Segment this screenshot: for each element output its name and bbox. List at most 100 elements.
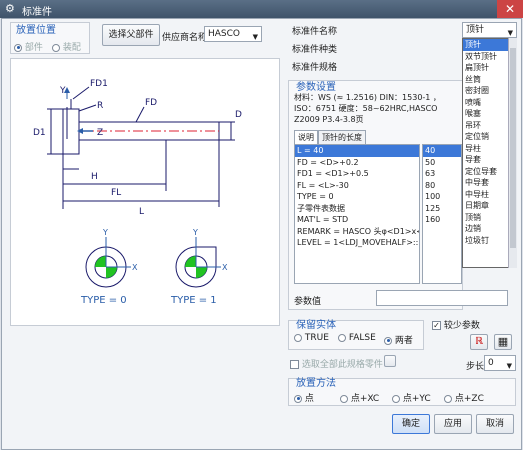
param-row[interactable]: FD = <D>+0.2 (295, 157, 419, 169)
part-spec-label: 标准件规格 (292, 63, 338, 73)
keep-false-radio[interactable] (338, 333, 346, 342)
param-value-item[interactable]: 50 (423, 157, 461, 169)
step-value: 0 (488, 358, 494, 368)
param-value-item[interactable]: 125 (423, 203, 461, 215)
title-bar: ⚙ 标准件 ✕ (0, 0, 523, 18)
diagram-d1-label: D1 (33, 128, 46, 138)
method-point-zc-label: 点+ZC (454, 394, 484, 404)
diagram-d-label: D (235, 110, 242, 120)
radio-part-dot[interactable] (14, 43, 22, 52)
diagram-y-label: Y (59, 86, 66, 96)
param-value-input[interactable] (376, 290, 508, 306)
supplier-label: 供应商名称 (162, 33, 208, 43)
dropdown-scroll-thumb[interactable] (510, 48, 516, 248)
param-row[interactable]: 子零件表数据 (295, 203, 419, 215)
method-point-zc-radio[interactable] (444, 394, 452, 403)
part-name-value: 顶针 (466, 25, 485, 35)
select-all-spec-label: 选取全部此规格零件 (301, 360, 383, 370)
report-icon[interactable]: ℝ (470, 334, 488, 350)
dropdown-scrollbar[interactable] (508, 38, 517, 268)
step-label: 步长 (466, 362, 485, 372)
radio-assembly-label: 装配 (62, 43, 81, 53)
less-params-option[interactable]: ✓ 较少参数 (432, 318, 480, 331)
tab-pin-length[interactable]: 顶针的长度 (318, 130, 366, 144)
method-point-zc-option[interactable]: 点+ZC (444, 391, 484, 404)
radio-assembly[interactable]: 装配 (52, 40, 81, 53)
method-point-yc-label: 点+YC (402, 394, 431, 404)
method-point-xc-option[interactable]: 点+XC (340, 391, 379, 404)
keep-both-option[interactable]: 两者 (384, 333, 413, 346)
app-gear-icon: ⚙ (5, 2, 15, 15)
placement-group-label: 放置位置 (16, 25, 56, 36)
params-group-label: 参数设置 (296, 82, 336, 93)
keep-true-label: TRUE (304, 333, 329, 343)
ejector-pin-diagram: Y FD1 R FD D1 Z D H FL L Y X TYPE = 0 Y … (33, 79, 242, 306)
radio-part-label: 部件 (24, 43, 43, 53)
param-row[interactable]: MAT'L = STD (295, 214, 419, 226)
method-point-xc-radio[interactable] (340, 394, 348, 403)
method-point-option[interactable]: 点 (294, 391, 314, 404)
supplier-select[interactable]: HASCO ▼ (204, 26, 262, 42)
method-point-label: 点 (304, 394, 314, 404)
param-row[interactable]: FL = <L>-30 (295, 180, 419, 192)
param-row[interactable]: LEVEL = 1<LDJ_MOVEHALF>::E (295, 237, 419, 249)
param-row[interactable]: TYPE = 0 (295, 191, 419, 203)
table-grid-icon[interactable]: ▦ (494, 334, 512, 350)
params-description: 材料：WS (≈ 1.2516) DIN：1530-1 ，ISO：6751 硬度… (294, 93, 441, 124)
param-value-item[interactable]: 160 (423, 214, 461, 226)
close-button[interactable]: ✕ (497, 0, 523, 18)
param-value-label: 参数值 (294, 297, 322, 307)
type1-x-label: X (222, 263, 228, 272)
chevron-down-icon: ▼ (506, 362, 512, 370)
diagram-panel: Y FD1 R FD D1 Z D H FL L Y X TYPE = 0 Y … (10, 58, 280, 326)
less-params-label: 较少参数 (443, 321, 480, 331)
keep-true-radio[interactable] (294, 333, 302, 342)
select-all-spec-checkbox[interactable] (290, 360, 299, 369)
keep-false-label: FALSE (348, 333, 376, 343)
type1-symbol: Y X TYPE = 1 (170, 228, 228, 306)
part-type-label: 标准件种类 (292, 45, 338, 55)
diagram-fd1-label: FD1 (90, 79, 108, 89)
type0-symbol: Y X TYPE = 0 (80, 228, 138, 306)
keep-true-option[interactable]: TRUE (294, 333, 329, 343)
keep-both-radio[interactable] (384, 336, 392, 345)
type0-x-label: X (132, 263, 138, 272)
tab-description[interactable]: 说明 (294, 130, 318, 144)
method-point-radio[interactable] (294, 394, 302, 403)
diagram-r-label: R (97, 101, 103, 111)
select-all-spec-option[interactable]: 选取全部此规格零件 (290, 357, 383, 370)
method-point-yc-radio[interactable] (392, 394, 400, 403)
cancel-button[interactable]: 取消 (476, 414, 514, 434)
param-row[interactable]: FD1 = <D1>+0.5 (295, 168, 419, 180)
chevron-down-icon: ▼ (252, 33, 258, 41)
step-select[interactable]: 0 ▼ (484, 355, 516, 371)
select-parent-button[interactable]: 选择父部件 (102, 24, 160, 46)
param-row[interactable]: L = 40 (295, 145, 419, 157)
method-point-yc-option[interactable]: 点+YC (392, 391, 431, 404)
keep-both-label: 两者 (394, 336, 413, 346)
select-all-icon[interactable] (384, 355, 396, 367)
keep-group-label: 保留实体 (296, 320, 336, 331)
part-name-label: 标准件名称 (292, 27, 338, 37)
type1-y-label: Y (192, 228, 198, 237)
less-params-checkbox[interactable]: ✓ (432, 321, 441, 330)
param-value-item[interactable]: 63 (423, 168, 461, 180)
diagram-l-label: L (139, 207, 144, 217)
param-value-item[interactable]: 100 (423, 191, 461, 203)
type1-caption: TYPE = 1 (170, 295, 217, 306)
ok-button[interactable]: 确定 (392, 414, 430, 434)
window-title: 标准件 (22, 7, 52, 18)
param-row[interactable]: REMARK = HASCO 头φ<D1>x<H> (295, 226, 419, 238)
param-value-item[interactable]: 40 (423, 145, 461, 157)
param-value-item[interactable]: 80 (423, 180, 461, 192)
type0-caption: TYPE = 0 (80, 295, 127, 306)
keep-false-option[interactable]: FALSE (338, 333, 376, 343)
params-list[interactable]: L = 40 FD = <D>+0.2 FD1 = <D1>+0.5 FL = … (294, 144, 420, 284)
param-values-list[interactable]: 40 50 63 80 100 125 160 (422, 144, 462, 284)
apply-button[interactable]: 应用 (434, 414, 472, 434)
radio-assembly-dot[interactable] (52, 43, 60, 52)
method-point-xc-label: 点+XC (350, 394, 380, 404)
diagram-z-label: Z (97, 128, 103, 138)
radio-part[interactable]: 部件 (14, 40, 43, 53)
part-name-select[interactable]: 顶针 ▼ (462, 22, 517, 38)
